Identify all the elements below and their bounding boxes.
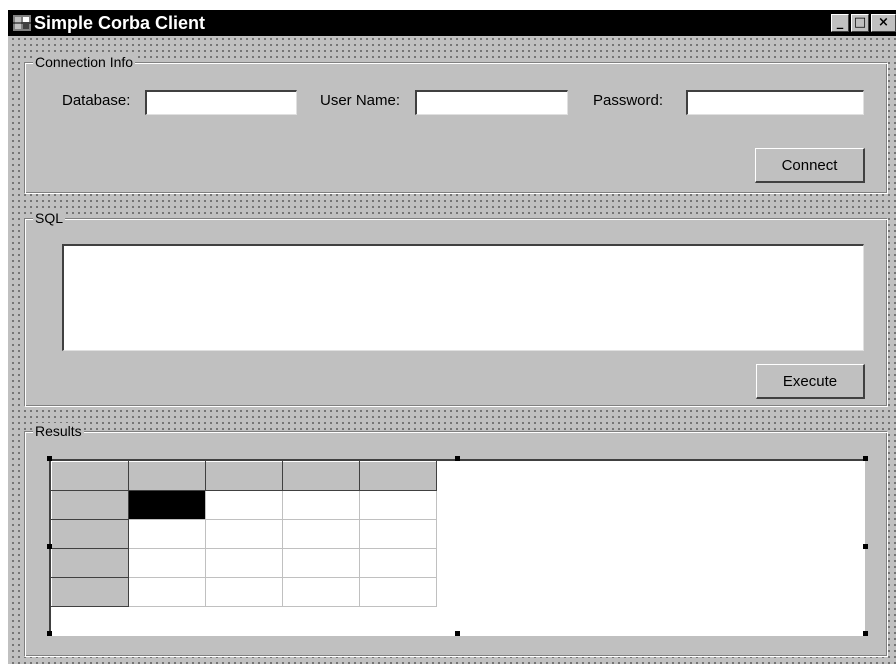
resize-handle-bottom-left[interactable] xyxy=(47,631,52,636)
results-legend: Results xyxy=(33,423,84,440)
grid-column-header[interactable] xyxy=(51,461,129,491)
grid-cell[interactable] xyxy=(205,490,283,520)
grid-cell[interactable] xyxy=(359,548,437,578)
grid-row-header[interactable] xyxy=(51,490,129,520)
grid-row xyxy=(51,519,437,549)
grid-row-header[interactable] xyxy=(51,548,129,578)
grid-header-row xyxy=(51,461,437,491)
database-label: Database: xyxy=(62,92,131,109)
connect-button[interactable]: Connect xyxy=(755,148,865,183)
grid-column-header[interactable] xyxy=(282,461,360,491)
resize-handle-top-middle[interactable] xyxy=(455,456,460,461)
grid-cell[interactable] xyxy=(282,577,360,607)
password-label: Password: xyxy=(593,92,664,109)
resize-handle-top-right[interactable] xyxy=(863,456,868,461)
title-bar[interactable]: Simple Corba Client _ □ × xyxy=(8,10,896,36)
grid-cell[interactable] xyxy=(282,548,360,578)
password-field[interactable] xyxy=(686,90,864,115)
app-icon xyxy=(13,15,31,31)
results-table xyxy=(51,461,437,607)
grid-cell[interactable] xyxy=(282,490,360,520)
username-label: User Name: xyxy=(320,92,401,109)
grid-cell[interactable] xyxy=(359,490,437,520)
username-field[interactable] xyxy=(415,90,568,115)
grid-row xyxy=(51,548,437,578)
grid-cell[interactable] xyxy=(128,548,206,578)
sql-legend: SQL xyxy=(33,210,66,227)
grid-cell[interactable] xyxy=(359,519,437,549)
grid-cell[interactable] xyxy=(205,519,283,549)
grid-column-header[interactable] xyxy=(205,461,283,491)
database-field[interactable] xyxy=(145,90,297,115)
results-grid[interactable] xyxy=(49,459,865,636)
grid-cell[interactable] xyxy=(282,519,360,549)
maximize-button[interactable]: □ xyxy=(851,14,869,32)
resize-handle-top-left[interactable] xyxy=(47,456,52,461)
grid-cell[interactable] xyxy=(205,548,283,578)
grid-cell[interactable] xyxy=(128,519,206,549)
minimize-button[interactable]: _ xyxy=(831,14,849,32)
grid-row xyxy=(51,490,437,520)
grid-cell[interactable] xyxy=(128,577,206,607)
grid-column-header[interactable] xyxy=(128,461,206,491)
resize-handle-bottom-right[interactable] xyxy=(863,631,868,636)
resize-handle-bottom-middle[interactable] xyxy=(455,631,460,636)
main-window: Simple Corba Client _ □ × Connection Inf… xyxy=(8,10,896,664)
grid-row-header[interactable] xyxy=(51,519,129,549)
grid-column-header[interactable] xyxy=(359,461,437,491)
sql-group: SQL Execute xyxy=(24,210,888,407)
execute-button[interactable]: Execute xyxy=(756,364,865,399)
window-title: Simple Corba Client xyxy=(34,13,206,33)
close-button[interactable]: × xyxy=(871,14,896,32)
grid-cell-selected[interactable] xyxy=(128,490,206,520)
results-group: Results xyxy=(24,423,888,657)
resize-handle-middle-right[interactable] xyxy=(863,544,868,549)
sql-query-input[interactable] xyxy=(62,244,864,351)
grid-row xyxy=(51,577,437,607)
connection-info-legend: Connection Info xyxy=(33,54,136,71)
connection-info-group: Connection Info Database: User Name: Pas… xyxy=(24,54,888,194)
grid-cell[interactable] xyxy=(205,577,283,607)
grid-row-header[interactable] xyxy=(51,577,129,607)
resize-handle-middle-left[interactable] xyxy=(47,544,52,549)
grid-cell[interactable] xyxy=(359,577,437,607)
